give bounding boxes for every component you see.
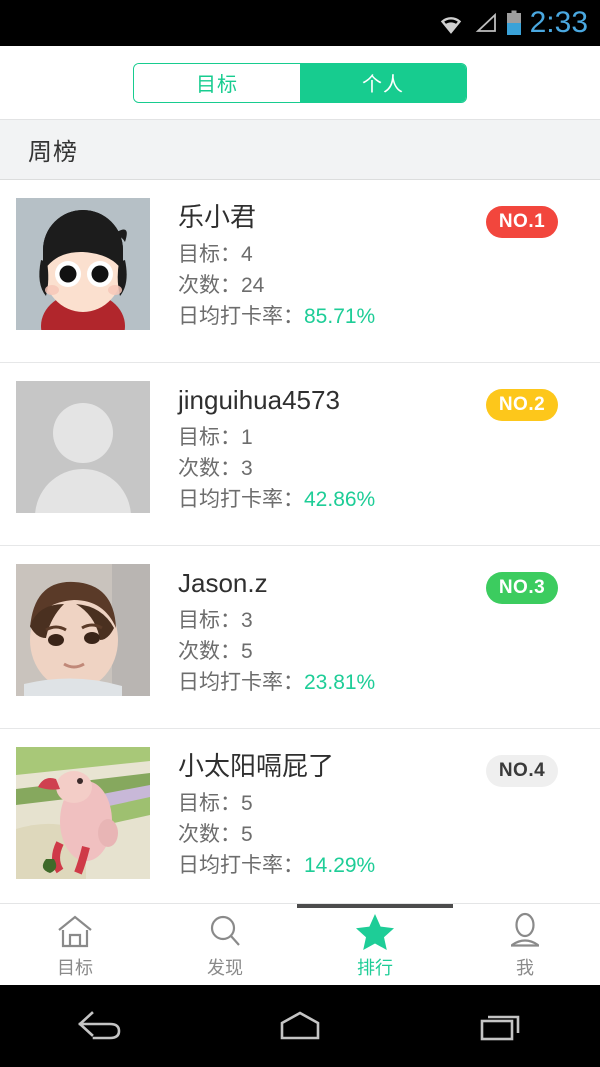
- person-icon: [505, 910, 545, 952]
- stat-rate: 日均打卡率：23.81%: [178, 671, 376, 694]
- home-icon[interactable]: [240, 996, 360, 1056]
- stat-count: 次数：24: [178, 274, 265, 297]
- nav-label-discover: 发现: [207, 957, 243, 978]
- ranking-list[interactable]: 乐小君 目标：4 次数：24 日均打卡率：85.71% NO.1 jinguih…: [0, 180, 600, 903]
- android-status-bar: 2:33: [0, 0, 600, 46]
- bottom-navigation: 目标 发现 排行 我: [0, 903, 600, 985]
- avatar[interactable]: [16, 381, 150, 513]
- home-icon: [55, 910, 95, 952]
- tab-goal[interactable]: 目标: [134, 63, 300, 102]
- table-row[interactable]: Jason.z 目标：3 次数：5 日均打卡率：23.81% NO.3: [0, 546, 600, 729]
- status-badge: NO.3: [486, 572, 558, 604]
- tab-personal[interactable]: 个人: [300, 63, 466, 102]
- section-title: 周榜: [28, 139, 78, 166]
- stat-rate: 日均打卡率：85.71%: [178, 305, 376, 328]
- battery-icon: [506, 10, 522, 36]
- nav-item-goal[interactable]: 目标: [0, 904, 150, 985]
- stat-count: 次数：5: [178, 823, 253, 846]
- section-header-weekly: 周榜: [0, 119, 600, 180]
- table-row[interactable]: 乐小君 目标：4 次数：24 日均打卡率：85.71% NO.1: [0, 180, 600, 363]
- stat-count: 次数：3: [178, 457, 253, 480]
- nav-item-ranking[interactable]: 排行: [300, 904, 450, 985]
- star-icon: [354, 910, 396, 952]
- avatar[interactable]: [16, 747, 150, 879]
- segmented-control: 目标 个人: [133, 62, 467, 103]
- stat-count: 次数：5: [178, 640, 253, 663]
- avatar[interactable]: [16, 564, 150, 696]
- stat-goal: 目标：3: [178, 609, 253, 632]
- nav-item-me[interactable]: 我: [450, 904, 600, 985]
- signal-icon: [474, 11, 498, 35]
- search-icon: [205, 910, 245, 952]
- nav-item-discover[interactable]: 发现: [150, 904, 300, 985]
- stat-goal: 目标：1: [178, 426, 253, 449]
- nav-label-goal: 目标: [57, 957, 93, 978]
- stat-goal: 目标：5: [178, 792, 253, 815]
- wifi-icon: [436, 11, 466, 35]
- nav-label-me: 我: [516, 957, 534, 978]
- nav-label-ranking: 排行: [357, 957, 393, 978]
- table-row[interactable]: 小太阳嗝屁了 目标：5 次数：5 日均打卡率：14.29% NO.4: [0, 729, 600, 903]
- android-system-nav: [0, 985, 600, 1067]
- back-icon[interactable]: [40, 996, 160, 1056]
- avatar[interactable]: [16, 198, 150, 330]
- phone-screen: 2:33 目标 个人 周榜 乐小君 目标：4 次数：24 日均打卡率：85.71…: [0, 0, 600, 1067]
- status-badge: NO.4: [486, 755, 558, 787]
- stat-goal: 目标：4: [178, 243, 253, 266]
- status-bar-clock: 2:33: [529, 6, 588, 39]
- stat-rate: 日均打卡率：14.29%: [178, 854, 376, 877]
- top-tab-bar: 目标 个人: [0, 46, 600, 119]
- recents-icon[interactable]: [440, 996, 560, 1056]
- status-badge: NO.2: [486, 389, 558, 421]
- table-row[interactable]: jinguihua4573 目标：1 次数：3 日均打卡率：42.86% NO.…: [0, 363, 600, 546]
- status-badge: NO.1: [486, 206, 558, 238]
- stat-rate: 日均打卡率：42.86%: [178, 488, 376, 511]
